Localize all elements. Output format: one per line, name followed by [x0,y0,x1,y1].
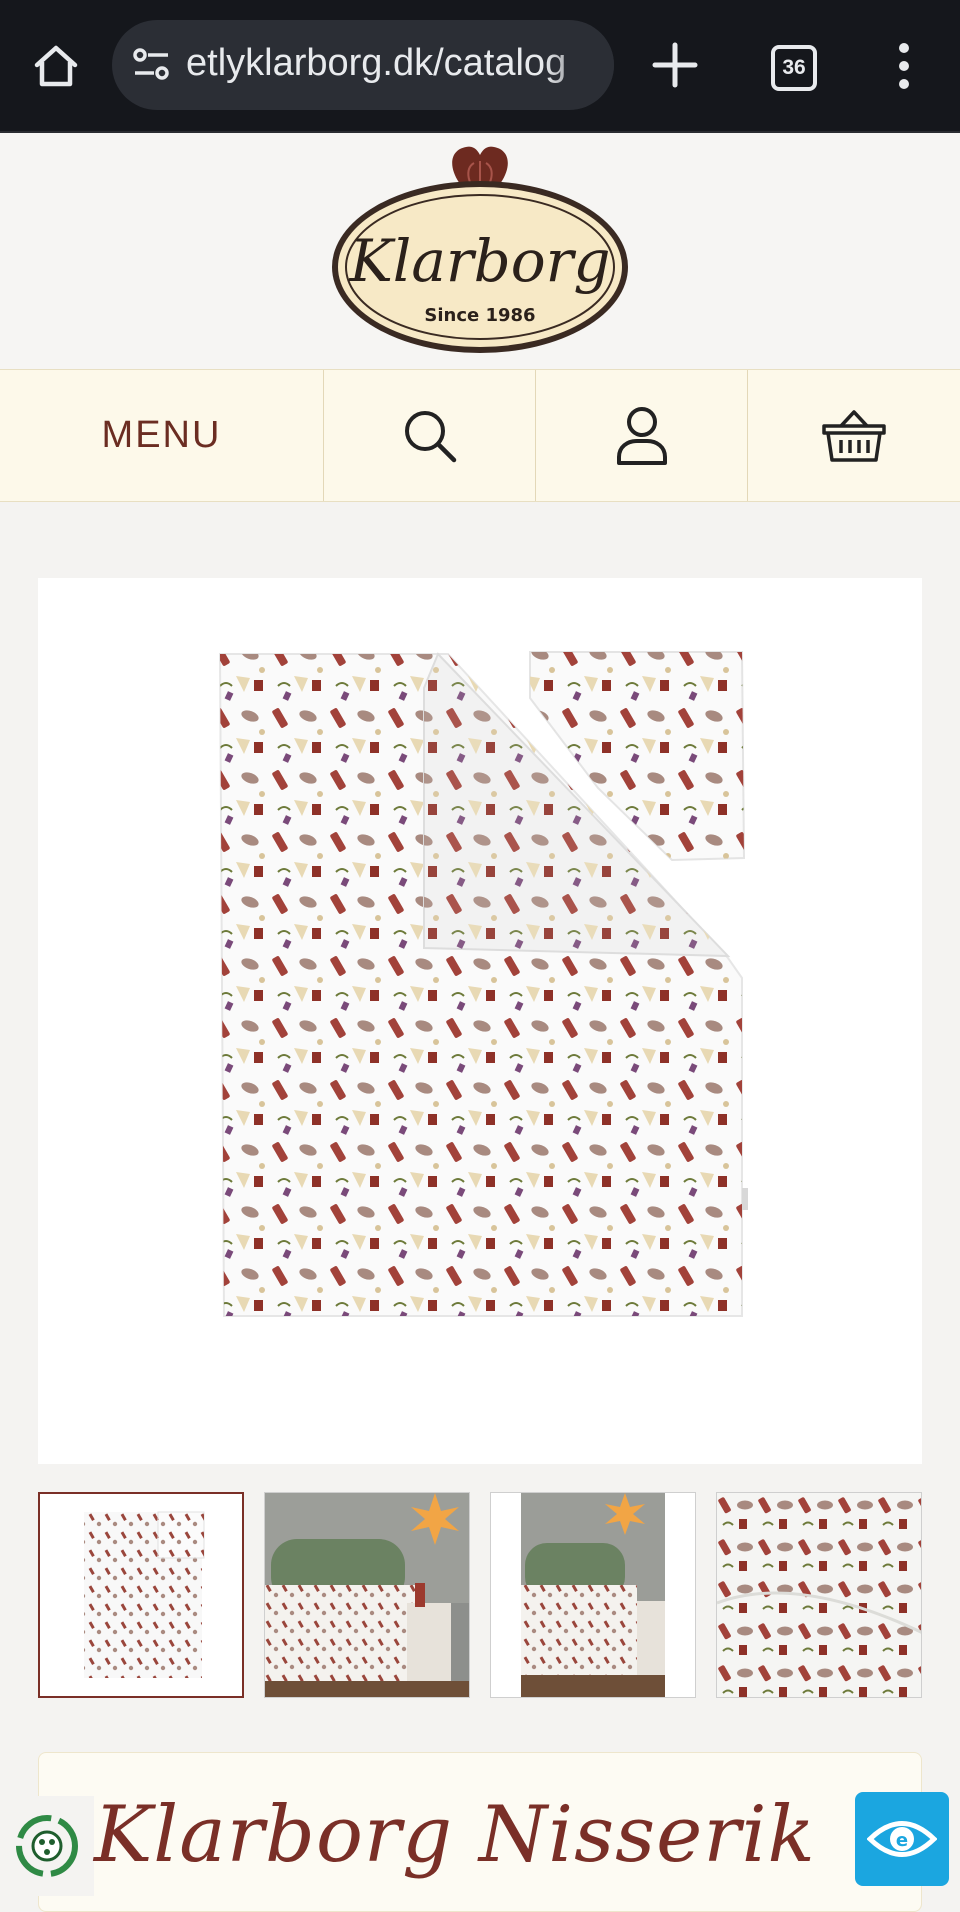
home-icon [34,45,78,87]
site-header: Klarborg Since 1986 [0,133,960,369]
tab-count: 36 [782,56,806,79]
basket-icon [822,409,886,462]
eco-badge[interactable] [0,1796,94,1896]
thumbnail-bedroom-1 [265,1493,469,1697]
basket-button[interactable] [748,370,960,501]
thumbnail-duvet [40,1494,242,1696]
duvet-illustration [218,651,748,1317]
logo-script: Klarborg [348,227,610,295]
main-product-image[interactable] [38,578,922,1464]
tab-switcher-button[interactable]: 36 [771,45,817,91]
logo-tagline: Since 1986 [424,305,535,326]
menu-label: MENU [101,414,222,456]
thumbnail-bedroom-2 [491,1493,695,1697]
svg-text:e: e [896,1830,908,1851]
thumbnail-closeup [717,1493,921,1697]
recycle-icon [16,1815,78,1877]
home-button[interactable] [24,38,88,94]
accessibility-button[interactable]: e [855,1792,949,1886]
eye-icon: e [867,1821,937,1857]
thumbnail-2[interactable] [264,1492,470,1698]
thumbnail-4[interactable] [716,1492,922,1698]
site-navbar: MENU [0,369,960,502]
url-text[interactable]: etlyklarborg.dk/catalog [186,42,566,85]
product-title: Klarborg Nisserik [94,1790,816,1880]
menu-button[interactable]: MENU [0,370,324,501]
thumbnail-1[interactable] [38,1492,244,1698]
user-icon [616,406,667,465]
klarborg-logo[interactable]: Klarborg Since 1986 [328,141,632,361]
new-tab-button[interactable] [645,35,705,95]
url-fade [544,20,614,110]
thumbnail-strip [38,1492,922,1698]
account-button[interactable] [536,370,748,501]
search-icon [404,410,456,462]
search-button[interactable] [324,370,536,501]
thumbnail-3[interactable] [490,1492,696,1698]
tune-icon[interactable] [132,47,172,83]
browser-toolbar: etlyklarborg.dk/catalog 36 [0,0,960,133]
address-bar[interactable]: etlyklarborg.dk/catalog [112,20,614,110]
more-vert-icon[interactable] [884,40,924,92]
